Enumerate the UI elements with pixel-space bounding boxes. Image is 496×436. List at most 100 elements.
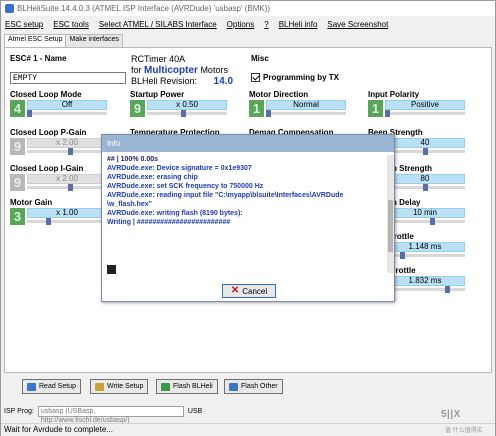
param-number: 1 [368, 100, 383, 117]
flash-other-label: Flash Other [241, 383, 278, 390]
title-bar: BLHeliSuite 14.4.0.3 (ATMEL ISP Interfac… [1, 1, 495, 16]
param-label: Startup Power [130, 90, 185, 99]
slider-thumb[interactable] [400, 252, 405, 259]
scrollbar-thumb[interactable] [388, 200, 393, 252]
isp-prog-label: ISP Prog: [4, 408, 34, 415]
slider-thumb[interactable] [46, 218, 51, 225]
param-number: 9 [130, 100, 145, 117]
programming-by-tx-checkbox[interactable]: Programming by TX [251, 73, 339, 82]
for-text: for [131, 65, 142, 75]
dialog-log: ## | 100% 0.00s AVRDude.exe: Device signa… [107, 155, 387, 273]
param-slider[interactable] [27, 218, 107, 225]
menu-help[interactable]: ? [260, 20, 272, 29]
slider-thumb[interactable] [68, 148, 73, 155]
slider-thumb[interactable] [27, 110, 32, 117]
log-line: \w_flash.hex" [107, 201, 152, 208]
slider-thumb[interactable] [266, 110, 271, 117]
cancel-button[interactable]: ✕ Cancel [222, 284, 276, 298]
write-icon [95, 382, 104, 391]
dialog-scrollbar[interactable] [387, 155, 394, 273]
checkbox-mark[interactable] [251, 73, 260, 82]
motor-type-line: for Multicopter Motors [131, 65, 228, 76]
menu-esc-tools[interactable]: ESC tools [49, 20, 93, 29]
flash-blheli-button[interactable]: Flash BLHeli [156, 379, 218, 394]
param-3: Input Polarity 1 Positive [368, 90, 478, 126]
slider-thumb[interactable] [445, 286, 450, 293]
param-slider[interactable] [385, 252, 465, 259]
isp-prog-row: ISP Prog: usbasp (USBasp, http://www.fis… [4, 406, 203, 424]
watermark-text: 值 什么值得买 [445, 428, 483, 434]
revision-label: BLHeli Revision: [131, 76, 198, 86]
motors-text: Motors [200, 65, 228, 75]
param-slider[interactable] [147, 110, 227, 117]
write-setup-button[interactable]: Write Setup [90, 379, 149, 394]
log-line: Writing | ######################## [107, 219, 231, 226]
menu-options[interactable]: Options [223, 20, 259, 29]
menu-esc-setup[interactable]: ESC setup [1, 20, 47, 29]
slider-thumb[interactable] [385, 110, 390, 117]
param-value: x 2.00 [27, 138, 107, 148]
revision-line: BLHeli Revision: 14.0 [131, 76, 233, 87]
param-value: Off [27, 100, 107, 110]
log-line: AVRDude.exe: set SCK frequency to 750000… [107, 183, 264, 190]
slider-thumb[interactable] [68, 184, 73, 191]
slider-thumb[interactable] [181, 110, 186, 117]
motor-type: Multicopter [144, 65, 198, 76]
param-label: Closed Loop I-Gain [10, 164, 84, 173]
read-setup-label: Read Setup [39, 383, 76, 390]
param-slider[interactable] [385, 286, 465, 293]
misc-label: Misc [251, 54, 269, 63]
param-slider[interactable] [385, 218, 465, 225]
param-0: Closed Loop Mode 4 Off [10, 90, 120, 126]
esc-model-title: RCTimer 40A [131, 54, 186, 64]
param-slider[interactable] [266, 110, 346, 117]
param-label: Input Polarity [368, 90, 420, 99]
esc-name-label: ESC# 1 - Name [10, 54, 67, 63]
write-setup-label: Write Setup [107, 383, 144, 390]
read-setup-button[interactable]: Read Setup [22, 379, 81, 394]
param-value: 10 min [385, 208, 465, 218]
app-icon [5, 4, 14, 13]
dialog-title: Info [102, 135, 394, 152]
menu-bar: ESC setup ESC tools Select ATMEL / SILAB… [1, 17, 495, 31]
close-icon: ✕ [230, 285, 240, 296]
param-value: x 0.50 [147, 100, 227, 110]
log-line: AVRDude.exe: erasing chip [107, 174, 198, 181]
menu-select-interface[interactable]: Select ATMEL / SILABS Interface [95, 20, 221, 29]
slider-thumb[interactable] [423, 148, 428, 155]
param-slider[interactable] [385, 184, 465, 191]
log-line: AVRDude.exe: Device signature = 0x1e9307 [107, 165, 252, 172]
log-line: AVRDude.exe: reading input file "C:\myap… [107, 192, 344, 199]
param-value: x 1.00 [27, 208, 107, 218]
tab-make-interfaces[interactable]: Make interfaces [65, 34, 123, 47]
log-line: AVRDude.exe: writing flash (8190 bytes): [107, 210, 243, 217]
param-value: 80 [385, 174, 465, 184]
param-1: Startup Power 9 x 0.50 [130, 90, 240, 126]
param-number: 9 [10, 174, 25, 191]
param-2: Motor Direction 1 Normal [249, 90, 359, 126]
log-line: ## | 100% 0.00s [107, 156, 158, 163]
param-slider[interactable] [27, 110, 107, 117]
programming-by-tx-label: Programming by TX [263, 73, 340, 82]
menu-blheli-info[interactable]: BLHeli info [275, 20, 322, 29]
esc-name-field[interactable]: EMPTY [10, 72, 126, 84]
isp-port-label: USB [187, 408, 203, 415]
flash-other-button[interactable]: Flash Other [224, 379, 283, 394]
menu-save-screenshot[interactable]: Save Screenshot [323, 20, 392, 29]
param-value: 1.148 ms [385, 242, 465, 252]
slider-thumb[interactable] [423, 184, 428, 191]
flash-other-icon [229, 382, 238, 391]
param-slider[interactable] [385, 110, 465, 117]
info-dialog: Info ## | 100% 0.00s AVRDude.exe: Device … [101, 134, 395, 302]
param-number: 4 [10, 100, 25, 117]
param-number: 3 [10, 208, 25, 225]
window-title: BLHeliSuite 14.4.0.3 (ATMEL ISP Interfac… [17, 4, 271, 13]
slider-thumb[interactable] [430, 218, 435, 225]
isp-prog-select[interactable]: usbasp (USBasp, http://www.fischl.de/usb… [37, 406, 184, 424]
param-slider[interactable] [27, 148, 107, 155]
param-slider[interactable] [27, 184, 107, 191]
tab-atmel-esc-setup[interactable]: Atmel ESC Setup [4, 34, 67, 47]
param-label: Motor Gain [10, 198, 53, 207]
param-slider[interactable] [385, 148, 465, 155]
flash-blheli-label: Flash BLHeli [173, 383, 213, 390]
